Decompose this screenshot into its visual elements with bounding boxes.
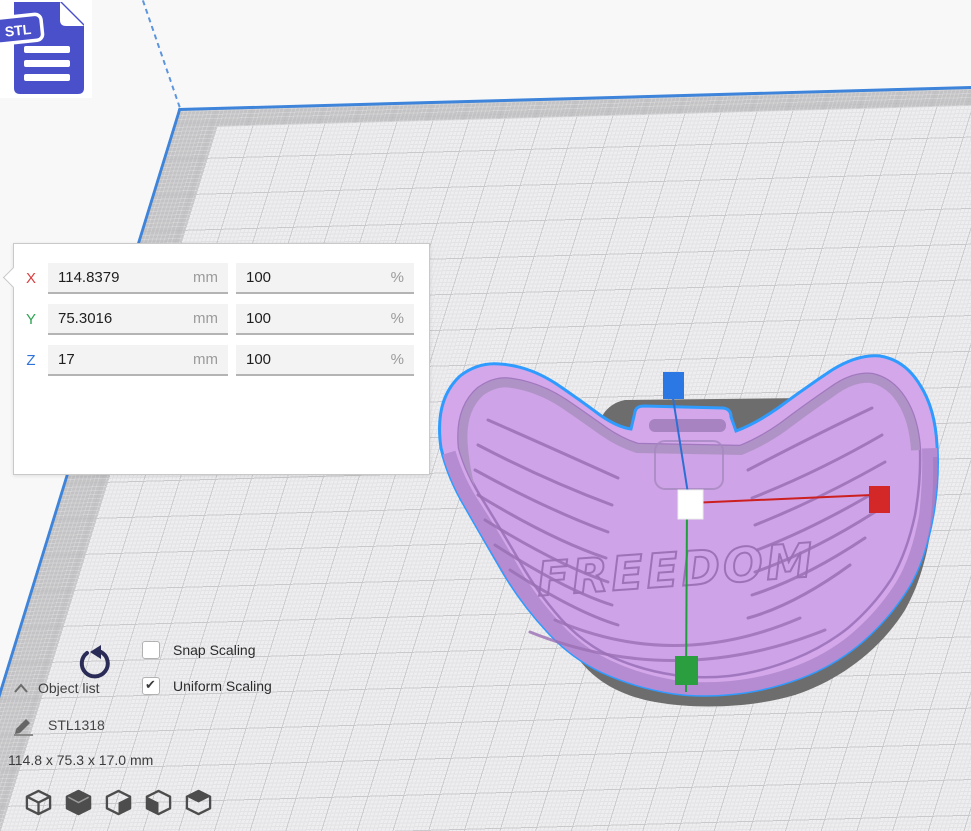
scale-row-y: Y mm % <box>14 304 414 335</box>
scale-x-mm-input[interactable] <box>48 263 228 292</box>
model-scene: FREEDOM <box>400 325 965 725</box>
scale-handle-y[interactable] <box>675 656 698 685</box>
stl-badge-label: STL <box>4 21 32 40</box>
uniform-scaling-checkbox[interactable]: ✔ <box>142 677 160 695</box>
stl-file-thumbnail[interactable]: STL <box>0 0 92 98</box>
axis-label-y: Y <box>14 311 48 328</box>
axis-label-z: Z <box>14 352 48 369</box>
keychain-slot <box>649 419 726 432</box>
build-volume-edge-vertical <box>139 0 181 108</box>
chevron-up-icon <box>12 681 30 695</box>
scale-x-percent-input[interactable] <box>236 263 414 292</box>
stl-file-icon: STL <box>0 0 92 98</box>
camera-view-buttons <box>24 788 213 817</box>
uniform-scaling-label: Uniform Scaling <box>173 678 272 694</box>
scale-y-percent-field: % <box>236 304 414 335</box>
cube-front-face-icon <box>104 788 133 817</box>
scale-tool-panel: X mm % Y mm % Z mm <box>13 243 430 475</box>
scale-z-percent-field: % <box>236 345 414 376</box>
object-list-label: Object list <box>38 680 99 696</box>
pencil-icon <box>12 714 34 736</box>
scale-y-mm-input[interactable] <box>48 304 228 333</box>
cube-solid-icon <box>64 788 93 817</box>
view-right-button[interactable] <box>184 788 213 817</box>
snap-scaling-checkbox[interactable]: ✔ <box>142 641 160 659</box>
snap-scaling-label: Snap Scaling <box>173 642 256 658</box>
view-left-button[interactable] <box>144 788 173 817</box>
object-list-item[interactable]: STL1318 <box>12 714 105 736</box>
view-3d-button[interactable] <box>24 788 53 817</box>
scale-handle-center[interactable] <box>678 490 703 519</box>
model-dimensions: 114.8 x 75.3 x 17.0 mm <box>8 752 153 768</box>
scale-z-percent-input[interactable] <box>236 345 414 374</box>
view-front-button[interactable] <box>64 788 93 817</box>
cube-left-face-icon <box>144 788 173 817</box>
scale-z-mm-input[interactable] <box>48 345 228 374</box>
scale-x-mm-field: mm <box>48 263 228 294</box>
scale-handle-x[interactable] <box>869 486 890 513</box>
object-name: STL1318 <box>48 717 105 733</box>
scale-x-percent-field: % <box>236 263 414 294</box>
snap-scaling-row: ✔ Snap Scaling <box>142 640 256 660</box>
scale-z-mm-field: mm <box>48 345 228 376</box>
cura-window: FREEDOM STL <box>0 0 971 831</box>
uniform-scaling-row: ✔ Uniform Scaling <box>142 676 272 696</box>
scale-y-percent-input[interactable] <box>236 304 414 333</box>
object-list-toggle[interactable]: Object list <box>12 680 99 696</box>
cube-3d-icon <box>24 788 53 817</box>
view-top-button[interactable] <box>104 788 133 817</box>
scale-row-x: X mm % <box>14 263 414 294</box>
scale-y-mm-field: mm <box>48 304 228 335</box>
scale-handle-z[interactable] <box>663 372 684 399</box>
axis-label-x: X <box>14 270 48 287</box>
checkmark-icon: ✔ <box>145 677 156 693</box>
scale-row-z: Z mm % <box>14 345 414 376</box>
cube-top-face-icon <box>184 788 213 817</box>
